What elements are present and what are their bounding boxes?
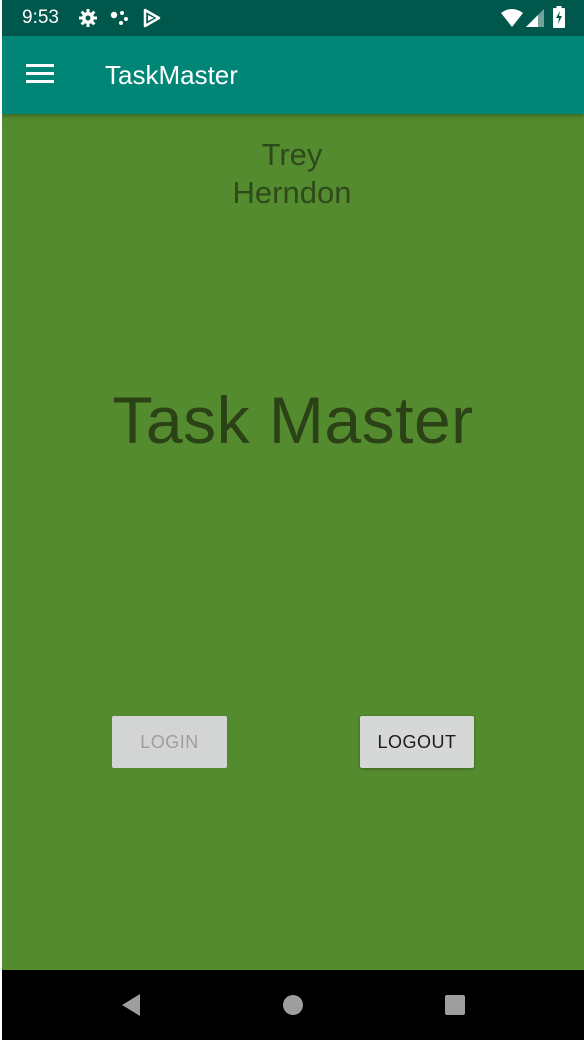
- user-first-name: Trey: [261, 137, 323, 172]
- signal-icon: [526, 9, 544, 32]
- status-time: 9:53: [22, 7, 59, 28]
- gear-icon: [78, 8, 98, 33]
- logout-button[interactable]: LOGOUT: [360, 716, 474, 768]
- wifi-icon: [501, 9, 523, 32]
- user-last-name: Herndon: [232, 175, 352, 210]
- hamburger-menu-icon[interactable]: [26, 63, 56, 87]
- app-screen: 9:53 TaskMaster Trey Herndon Task Master…: [2, 0, 584, 1040]
- app-bar: TaskMaster: [2, 36, 584, 114]
- play-protect-icon: [142, 8, 162, 33]
- dots-icon: [109, 8, 131, 33]
- user-name: Trey Herndon: [192, 136, 392, 212]
- status-bar: 9:53: [2, 0, 584, 36]
- headline-title: Task Master: [112, 383, 474, 457]
- navigation-bar: [2, 970, 584, 1040]
- app-title: TaskMaster: [105, 60, 238, 90]
- back-icon[interactable]: [120, 993, 142, 1022]
- battery-icon: [553, 6, 565, 33]
- home-icon[interactable]: [282, 994, 304, 1021]
- recents-icon[interactable]: [444, 994, 466, 1021]
- login-button[interactable]: LOGIN: [112, 716, 227, 768]
